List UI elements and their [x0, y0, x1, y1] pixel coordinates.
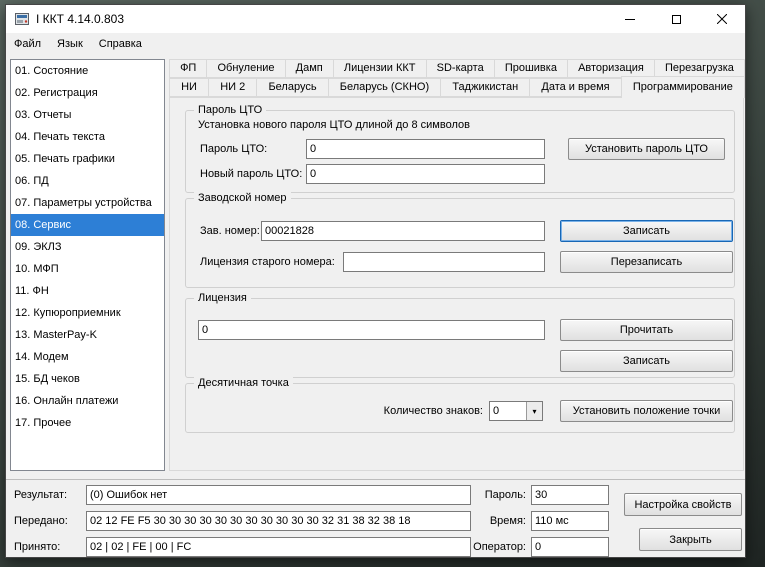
sidebar-item[interactable]: 13. MasterPay-K — [11, 324, 164, 346]
sent-label: Передано: — [14, 515, 68, 527]
tab[interactable]: Дамп — [284, 59, 334, 78]
cto-new-password-label: Новый пароль ЦТО: — [200, 168, 303, 180]
sidebar-item[interactable]: 11. ФН — [11, 280, 164, 302]
sidebar-item[interactable]: 17. Прочее — [11, 412, 164, 434]
status-panel: Результат: Пароль: Настройка свойств Пер… — [6, 479, 745, 559]
sidebar-item[interactable]: 01. Состояние — [11, 60, 164, 82]
cto-new-password-input[interactable] — [306, 164, 545, 184]
sidebar-item[interactable]: 04. Печать текста — [11, 126, 164, 148]
dropdown-arrow-icon: ▾ — [526, 402, 542, 420]
time-label: Время: — [489, 515, 526, 527]
serial-rewrite-button[interactable]: Перезаписать — [560, 251, 733, 273]
properties-button[interactable]: Настройка свойств — [624, 493, 742, 516]
decimal-group-title: Десятичная точка — [194, 377, 293, 390]
digits-value: 0 — [493, 405, 500, 417]
cto-password-label: Пароль ЦТО: — [200, 143, 268, 155]
tab[interactable]: ФП — [169, 59, 208, 78]
minimize-icon — [625, 18, 635, 20]
serial-number-label: Зав. номер: — [200, 225, 260, 237]
cto-password-input[interactable] — [306, 139, 545, 159]
sidebar-item[interactable]: 10. МФП — [11, 258, 164, 280]
tab[interactable]: Беларусь (СКНО) — [327, 78, 442, 97]
received-input[interactable] — [86, 537, 471, 557]
operator-label: Оператор: — [473, 541, 526, 553]
result-input[interactable] — [86, 485, 471, 505]
sidebar-item[interactable]: 12. Купюроприемник — [11, 302, 164, 324]
digits-count-label: Количество знаков: — [383, 405, 483, 417]
license-group: Лицензия Прочитать Записать — [185, 292, 735, 378]
tab[interactable]: Программирование — [620, 76, 745, 98]
tab[interactable]: Дата и время — [529, 78, 622, 97]
cto-group-title: Пароль ЦТО — [194, 104, 267, 117]
tab[interactable]: НИ 2 — [208, 78, 258, 97]
result-label: Результат: — [14, 489, 68, 501]
digits-combobox[interactable]: 0 ▾ — [489, 401, 543, 421]
sent-input[interactable] — [86, 511, 471, 531]
sidebar-item[interactable]: 02. Регистрация — [11, 82, 164, 104]
sidebar-list: 01. Состояние 02. Регистрация 03. Отчеты 04… — [10, 59, 165, 471]
sidebar-item[interactable]: 03. Отчеты — [11, 104, 164, 126]
password-input[interactable] — [531, 485, 609, 505]
license-write-button[interactable]: Записать — [560, 350, 733, 372]
menu-item[interactable]: Файл — [6, 33, 49, 55]
tab[interactable]: Беларусь — [256, 78, 329, 97]
cto-password-group: Пароль ЦТО Установка нового пароля ЦТО д… — [185, 104, 735, 193]
operator-input[interactable] — [531, 537, 609, 557]
license-input[interactable] — [198, 320, 545, 340]
tab[interactable]: Обнуление — [206, 59, 286, 78]
received-label: Принято: — [14, 541, 61, 553]
close-app-button[interactable]: Закрыть — [639, 528, 742, 551]
set-cto-password-button[interactable]: Установить пароль ЦТО — [568, 138, 725, 160]
close-button[interactable] — [699, 5, 745, 33]
license-read-button[interactable]: Прочитать — [560, 319, 733, 341]
window-controls — [607, 5, 745, 33]
programming-tab-panel: Пароль ЦТО Установка нового пароля ЦТО д… — [169, 97, 744, 471]
close-icon — [717, 14, 727, 24]
sidebar-item[interactable]: 14. Модем — [11, 346, 164, 368]
tab[interactable]: SD-карта — [425, 59, 495, 78]
window-title: I ККТ 4.14.0.803 — [36, 12, 125, 26]
sidebar-item[interactable]: 15. БД чеков — [11, 368, 164, 390]
sidebar-item[interactable]: 06. ПД — [11, 170, 164, 192]
old-license-label: Лицензия старого номера: — [200, 256, 335, 268]
serial-write-button[interactable]: Записать — [560, 220, 733, 242]
titlebar[interactable]: I ККТ 4.14.0.803 — [6, 5, 745, 33]
sidebar-item[interactable]: 05. Печать графики — [11, 148, 164, 170]
serial-number-group: Заводской номер Зав. номер: Записать Лиц… — [185, 192, 735, 288]
sidebar-item[interactable]: 16. Онлайн платежи — [11, 390, 164, 412]
app-window: I ККТ 4.14.0.803 Файл Язык Справка 01. Сос… — [5, 4, 746, 558]
serial-number-input[interactable] — [261, 221, 545, 241]
set-decimal-point-button[interactable]: Установить положение точки — [560, 400, 733, 422]
cto-note: Установка нового пароля ЦТО длиной до 8 … — [198, 119, 470, 131]
sidebar-item[interactable]: 08. Сервис — [11, 214, 164, 236]
tab[interactable]: Таджикистан — [440, 78, 531, 97]
old-license-input[interactable] — [343, 252, 545, 272]
sidebar-item[interactable]: 07. Параметры устройства — [11, 192, 164, 214]
tab-row-2: НИ НИ 2 Беларусь Беларусь (СКНО) Таджикистан… — [169, 76, 745, 98]
minimize-button[interactable] — [607, 5, 653, 33]
tab[interactable]: Лицензии ККТ — [332, 59, 427, 78]
license-group-title: Лицензия — [194, 292, 251, 305]
maximize-icon — [671, 14, 681, 24]
menu-item[interactable]: Язык — [49, 33, 91, 55]
time-input[interactable] — [531, 511, 609, 531]
menu-item[interactable]: Справка — [91, 33, 150, 55]
tab[interactable]: Прошивка — [493, 59, 569, 78]
tab[interactable]: НИ — [169, 78, 210, 97]
maximize-button[interactable] — [653, 5, 699, 33]
sidebar-item[interactable]: 09. ЭКЛЗ — [11, 236, 164, 258]
app-icon — [14, 11, 30, 27]
serial-group-title: Заводской номер — [194, 192, 291, 205]
menubar: Файл Язык Справка — [6, 33, 745, 55]
decimal-point-group: Десятичная точка Количество знаков: 0 ▾ … — [185, 377, 735, 433]
password-label: Пароль: — [484, 489, 526, 501]
